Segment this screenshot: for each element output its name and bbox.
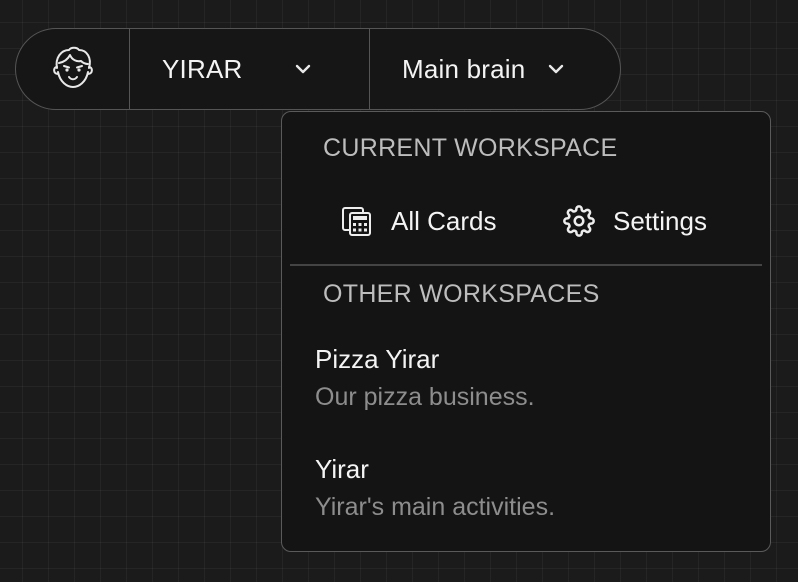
- section-divider: [290, 264, 762, 266]
- workspace-dropdown: CURRENT WORKSPACE All Cards Settings OTH…: [281, 111, 771, 552]
- other-workspaces-heading: OTHER WORKSPACES: [323, 280, 600, 308]
- gear-icon: [562, 204, 596, 238]
- all-cards-label: All Cards: [391, 205, 497, 236]
- avatar-button[interactable]: [16, 29, 130, 109]
- brain-name: Main brain: [402, 53, 526, 84]
- workspace-description: Yirar's main activities.: [315, 493, 556, 521]
- user-name: YIRAR: [162, 53, 243, 84]
- calculator-grid-icon: [340, 204, 374, 238]
- user-selector[interactable]: YIRAR: [130, 29, 370, 109]
- settings-button[interactable]: Settings: [562, 204, 707, 238]
- workspace-description: Our pizza business.: [315, 383, 535, 411]
- workspace-name: Pizza Yirar: [315, 344, 440, 374]
- settings-label: Settings: [613, 205, 707, 236]
- user-face-icon: [48, 42, 98, 97]
- chevron-down-icon: [292, 58, 314, 80]
- workspace-item-yirar[interactable]: Yirar Yirar's main activities.: [315, 454, 735, 522]
- all-cards-button[interactable]: All Cards: [340, 204, 496, 238]
- brain-selector[interactable]: Main brain: [370, 29, 620, 109]
- chevron-down-icon: [545, 58, 567, 80]
- workspace-toolbar: YIRAR Main brain: [15, 28, 621, 110]
- workspace-item-pizza-yirar[interactable]: Pizza Yirar Our pizza business.: [315, 344, 735, 412]
- current-workspace-heading: CURRENT WORKSPACE: [323, 134, 618, 162]
- workspace-name: Yirar: [315, 454, 369, 484]
